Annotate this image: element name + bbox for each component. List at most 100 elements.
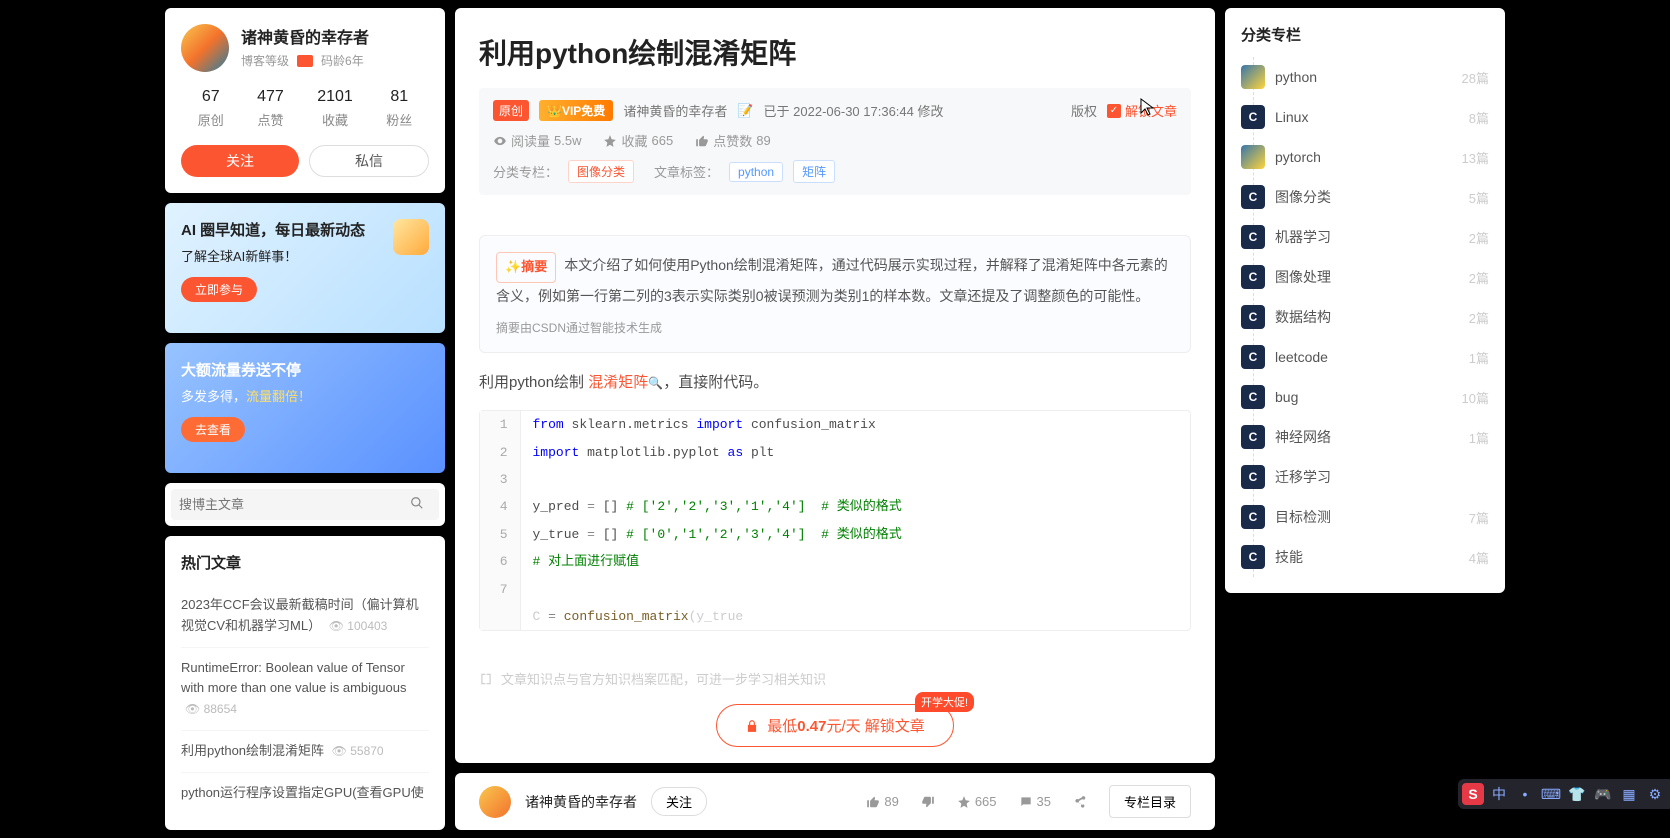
category-item[interactable]: Cbug10篇 bbox=[1241, 377, 1489, 417]
floating-toolbar: S 中 • ⌨ 👕 🎮 ▦ ⚙ bbox=[1458, 779, 1670, 809]
search-button[interactable] bbox=[395, 489, 439, 520]
search-small-icon: 🔍 bbox=[648, 376, 663, 390]
author-avatar[interactable] bbox=[181, 24, 229, 72]
edit-icon: 📝 bbox=[737, 103, 753, 119]
ad1-button[interactable]: 立即参与 bbox=[181, 277, 257, 302]
star-icon bbox=[603, 134, 617, 148]
bottom-author[interactable]: 诸神黄昏的幸存者 bbox=[525, 792, 637, 812]
ad2-sub: 多发多得， bbox=[181, 389, 246, 404]
ad1-sub: 了解全球AI新鲜事！ bbox=[181, 246, 429, 265]
hot-article-item[interactable]: 利用python绘制混淆矩阵 👁 55870 bbox=[181, 730, 429, 772]
original-badge: 原创 bbox=[493, 100, 529, 121]
category-item[interactable]: C数据结构2篇 bbox=[1241, 297, 1489, 337]
search-icon bbox=[410, 496, 424, 510]
category-item[interactable]: C目标检测7篇 bbox=[1241, 497, 1489, 537]
bottom-comment[interactable]: 35 bbox=[1019, 794, 1051, 809]
toc-button[interactable]: 专栏目录 bbox=[1109, 785, 1191, 818]
category-item[interactable]: C机器学习2篇 bbox=[1241, 217, 1489, 257]
stat-item[interactable]: 477点赞 bbox=[257, 88, 284, 129]
category-item[interactable]: Cleetcode1篇 bbox=[1241, 337, 1489, 377]
category-item[interactable]: C图像处理2篇 bbox=[1241, 257, 1489, 297]
meta-author[interactable]: 诸神黄昏的幸存者 bbox=[623, 101, 727, 120]
ad2-highlight: 流量翻倍！ bbox=[246, 389, 311, 404]
category-icon: C bbox=[1241, 265, 1265, 289]
like-count[interactable]: 点赞数 89 bbox=[695, 131, 770, 150]
summary-badge: ✨摘要 bbox=[496, 252, 556, 283]
eye-icon bbox=[493, 134, 507, 148]
category-label: 分类专栏： bbox=[493, 162, 558, 181]
ai-icon bbox=[393, 219, 429, 255]
tool-punct-icon[interactable]: • bbox=[1514, 783, 1536, 805]
bottom-avatar[interactable] bbox=[479, 786, 511, 818]
bottom-dislike[interactable] bbox=[921, 795, 935, 809]
thumb-icon bbox=[695, 134, 709, 148]
article-title: 利用python绘制混淆矩阵 bbox=[479, 32, 1191, 72]
author-card: 诸神黄昏的幸存者 博客等级 码龄6年 67原创477点赞2101收藏81粉丝 关… bbox=[165, 8, 445, 193]
category-icon: C bbox=[1241, 545, 1265, 569]
bottom-like[interactable]: 89 bbox=[866, 794, 898, 809]
category-icon: C bbox=[1241, 465, 1265, 489]
share-icon bbox=[1073, 795, 1087, 809]
hot-article-item[interactable]: RuntimeError: Boolean value of Tensor wi… bbox=[181, 647, 429, 730]
ad-ai-news[interactable]: AI 圈早知道，每日最新动态 了解全球AI新鲜事！ 立即参与 bbox=[165, 203, 445, 333]
copyright-link[interactable]: 版权 bbox=[1071, 101, 1097, 120]
ad2-title: 大额流量券送不停 bbox=[181, 359, 429, 380]
author-name[interactable]: 诸神黄昏的幸存者 bbox=[241, 24, 369, 48]
ad1-title: AI 圈早知道，每日最新动态 bbox=[181, 219, 429, 240]
unlock-article-link[interactable]: ✓解锁文章 bbox=[1107, 101, 1177, 120]
category-item[interactable]: C神经网络1篇 bbox=[1241, 417, 1489, 457]
confusion-matrix-link[interactable]: 混淆矩阵🔍 bbox=[588, 374, 663, 391]
stat-item[interactable]: 81粉丝 bbox=[386, 88, 412, 129]
category-icon: C bbox=[1241, 225, 1265, 249]
hot-articles-card: 热门文章 2023年CCF会议最新截稿时间（偏计算机视觉CV和机器学习ML） 👁… bbox=[165, 536, 445, 830]
hot-article-item[interactable]: python运行程序设置指定GPU(查看GPU使 bbox=[181, 772, 429, 814]
tags-label: 文章标签： bbox=[654, 162, 719, 181]
tool-grid-icon[interactable]: ▦ bbox=[1618, 783, 1640, 805]
category-item[interactable]: python28篇 bbox=[1241, 57, 1489, 97]
level-badge-icon bbox=[297, 55, 313, 67]
category-icon: C bbox=[1241, 345, 1265, 369]
article-card: 利用python绘制混淆矩阵 原创 👑VIP免费 诸神黄昏的幸存者 📝 已于 2… bbox=[455, 8, 1215, 763]
stat-item[interactable]: 67原创 bbox=[198, 88, 224, 129]
category-item[interactable]: C迁移学习 bbox=[1241, 457, 1489, 497]
ad2-button[interactable]: 去查看 bbox=[181, 417, 245, 442]
tag-matrix[interactable]: 矩阵 bbox=[793, 160, 835, 183]
knowledge-hint: 文章知识点与官方知识档案匹配，可进一步学习相关知识 bbox=[455, 669, 1215, 688]
code-age: 码龄6年 bbox=[321, 52, 364, 69]
ad-traffic[interactable]: 大额流量券送不停 多发多得，流量翻倍！ 去查看 bbox=[165, 343, 445, 473]
tool-keyboard-icon[interactable]: ⌨ bbox=[1540, 783, 1562, 805]
categories-title: 分类专栏 bbox=[1241, 24, 1489, 45]
category-icon: C bbox=[1241, 185, 1265, 209]
tag-python[interactable]: python bbox=[729, 162, 783, 182]
tool-lang-icon[interactable]: 中 bbox=[1488, 783, 1510, 805]
dm-button[interactable]: 私信 bbox=[309, 145, 429, 177]
category-icon: C bbox=[1241, 105, 1265, 129]
hot-article-item[interactable]: 2023年CCF会议最新截稿时间（偏计算机视觉CV和机器学习ML） 👁 1004… bbox=[181, 585, 429, 647]
star-outline-icon bbox=[957, 795, 971, 809]
categories-card: 分类专栏 python28篇CLinux8篇pytorch13篇C图像分类5篇C… bbox=[1225, 8, 1505, 593]
tool-s-icon[interactable]: S bbox=[1462, 783, 1484, 805]
category-item[interactable]: C技能4篇 bbox=[1241, 537, 1489, 577]
tool-game-icon[interactable]: 🎮 bbox=[1592, 783, 1614, 805]
bottom-follow-button[interactable]: 关注 bbox=[651, 787, 707, 816]
category-item[interactable]: pytorch13篇 bbox=[1241, 137, 1489, 177]
category-item[interactable]: CLinux8篇 bbox=[1241, 97, 1489, 137]
fav-count[interactable]: 收藏 665 bbox=[603, 131, 673, 150]
category-icon: C bbox=[1241, 425, 1265, 449]
summary-text: 本文介绍了如何使用Python绘制混淆矩阵，通过代码展示实现过程，并解释了混淆矩… bbox=[496, 257, 1168, 304]
bottom-share[interactable] bbox=[1073, 795, 1087, 809]
follow-button[interactable]: 关注 bbox=[181, 145, 299, 177]
publish-time: 2022-06-30 17:36:44 修改 bbox=[793, 104, 943, 119]
stat-item[interactable]: 2101收藏 bbox=[317, 88, 353, 129]
tool-skin-icon[interactable]: 👕 bbox=[1566, 783, 1588, 805]
lock-icon bbox=[745, 719, 759, 733]
search-input[interactable] bbox=[171, 489, 395, 520]
category-tag[interactable]: 图像分类 bbox=[568, 160, 634, 183]
tool-settings-icon[interactable]: ⚙ bbox=[1644, 783, 1666, 805]
category-item[interactable]: C图像分类5篇 bbox=[1241, 177, 1489, 217]
check-icon: ✓ bbox=[1107, 104, 1121, 118]
intro-paragraph: 利用python绘制 混淆矩阵🔍，直接附代码。 bbox=[479, 369, 1191, 396]
bottom-fav[interactable]: 665 bbox=[957, 794, 997, 809]
category-icon: C bbox=[1241, 385, 1265, 409]
hot-title: 热门文章 bbox=[181, 552, 429, 573]
